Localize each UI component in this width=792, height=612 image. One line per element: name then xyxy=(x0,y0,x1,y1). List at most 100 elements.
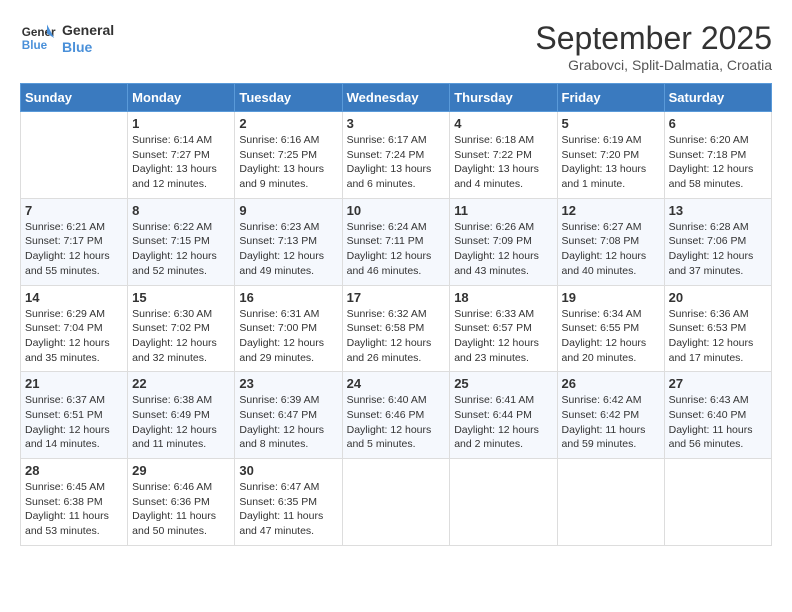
calendar-cell xyxy=(664,459,771,546)
calendar-cell: 2 Sunrise: 6:16 AM Sunset: 7:25 PM Daylig… xyxy=(235,112,342,199)
calendar-cell: 5Sunrise: 6:19 AM Sunset: 7:20 PM Daylig… xyxy=(557,112,664,199)
calendar-cell: 21 Sunrise: 6:37 AM Sunset: 6:51 PM Dayli… xyxy=(21,372,128,459)
calendar-cell: 12 Sunrise: 6:27 AM Sunset: 7:08 PM Dayli… xyxy=(557,198,664,285)
day-number: 15 xyxy=(132,290,230,305)
calendar-cell: 29 Sunrise: 6:46 AM Sunset: 6:36 PM Dayli… xyxy=(128,459,235,546)
weekday-header: Wednesday xyxy=(342,84,450,112)
day-info: Sunrise: 6:40 AM Sunset: 6:46 PM Dayligh… xyxy=(347,393,446,452)
calendar-week-row: 14 Sunrise: 6:29 AM Sunset: 7:04 PM Dayli… xyxy=(21,285,772,372)
calendar-cell xyxy=(342,459,450,546)
day-info: Sunrise: 6:23 AM Sunset: 7:13 PM Dayligh… xyxy=(239,220,337,279)
weekday-header: Sunday xyxy=(21,84,128,112)
calendar-cell: 24 Sunrise: 6:40 AM Sunset: 6:46 PM Dayli… xyxy=(342,372,450,459)
calendar-cell: 1 Sunrise: 6:14 AM Sunset: 7:27 PM Daylig… xyxy=(128,112,235,199)
page-header: General Blue General Blue September 2025… xyxy=(20,20,772,73)
logo: General Blue General Blue xyxy=(20,20,114,56)
calendar-cell: 11 Sunrise: 6:26 AM Sunset: 7:09 PM Dayli… xyxy=(450,198,557,285)
day-number: 9 xyxy=(239,203,337,218)
calendar-cell: 22Sunrise: 6:38 AM Sunset: 6:49 PM Dayli… xyxy=(128,372,235,459)
day-number: 19 xyxy=(562,290,660,305)
day-info: Sunrise: 6:24 AM Sunset: 7:11 PM Dayligh… xyxy=(347,220,446,279)
calendar-cell: 7 Sunrise: 6:21 AM Sunset: 7:17 PM Daylig… xyxy=(21,198,128,285)
day-info: Sunrise: 6:38 AM Sunset: 6:49 PM Dayligh… xyxy=(132,393,230,452)
day-number: 29 xyxy=(132,463,230,478)
calendar-cell: 28 Sunrise: 6:45 AM Sunset: 6:38 PM Dayli… xyxy=(21,459,128,546)
day-number: 26 xyxy=(562,376,660,391)
day-info: Sunrise: 6:47 AM Sunset: 6:35 PM Dayligh… xyxy=(239,480,337,539)
day-number: 20 xyxy=(669,290,767,305)
day-number: 25 xyxy=(454,376,552,391)
day-info: Sunrise: 6:36 AM Sunset: 6:53 PM Dayligh… xyxy=(669,307,767,366)
calendar-cell: 27 Sunrise: 6:43 AM Sunset: 6:40 PM Dayli… xyxy=(664,372,771,459)
day-info: Sunrise: 6:30 AM Sunset: 7:02 PM Dayligh… xyxy=(132,307,230,366)
day-info: Sunrise: 6:34 AM Sunset: 6:55 PM Dayligh… xyxy=(562,307,660,366)
day-info: Sunrise: 6:18 AM Sunset: 7:22 PM Dayligh… xyxy=(454,133,552,192)
day-info: Sunrise: 6:43 AM Sunset: 6:40 PM Dayligh… xyxy=(669,393,767,452)
day-number: 27 xyxy=(669,376,767,391)
day-number: 12 xyxy=(562,203,660,218)
calendar-cell: 8 Sunrise: 6:22 AM Sunset: 7:15 PM Daylig… xyxy=(128,198,235,285)
logo-icon: General Blue xyxy=(20,20,56,56)
weekday-header: Monday xyxy=(128,84,235,112)
logo-blue: Blue xyxy=(62,39,114,56)
day-info: Sunrise: 6:19 AM Sunset: 7:20 PM Dayligh… xyxy=(562,133,660,192)
calendar-cell: 9 Sunrise: 6:23 AM Sunset: 7:13 PM Daylig… xyxy=(235,198,342,285)
day-info: Sunrise: 6:28 AM Sunset: 7:06 PM Dayligh… xyxy=(669,220,767,279)
day-info: Sunrise: 6:26 AM Sunset: 7:09 PM Dayligh… xyxy=(454,220,552,279)
day-number: 28 xyxy=(25,463,123,478)
day-number: 1 xyxy=(132,116,230,131)
weekday-header: Tuesday xyxy=(235,84,342,112)
day-number: 18 xyxy=(454,290,552,305)
weekday-header-row: SundayMondayTuesdayWednesdayThursdayFrid… xyxy=(21,84,772,112)
day-number: 11 xyxy=(454,203,552,218)
day-info: Sunrise: 6:16 AM Sunset: 7:25 PM Dayligh… xyxy=(239,133,337,192)
day-info: Sunrise: 6:22 AM Sunset: 7:15 PM Dayligh… xyxy=(132,220,230,279)
calendar-cell: 4Sunrise: 6:18 AM Sunset: 7:22 PM Daylig… xyxy=(450,112,557,199)
calendar-cell: 6Sunrise: 6:20 AM Sunset: 7:18 PM Daylig… xyxy=(664,112,771,199)
calendar-cell: 30Sunrise: 6:47 AM Sunset: 6:35 PM Dayli… xyxy=(235,459,342,546)
day-info: Sunrise: 6:37 AM Sunset: 6:51 PM Dayligh… xyxy=(25,393,123,452)
day-info: Sunrise: 6:14 AM Sunset: 7:27 PM Dayligh… xyxy=(132,133,230,192)
title-block: September 2025 Grabovci, Split-Dalmatia,… xyxy=(535,20,772,73)
day-number: 23 xyxy=(239,376,337,391)
calendar-cell: 3 Sunrise: 6:17 AM Sunset: 7:24 PM Daylig… xyxy=(342,112,450,199)
day-number: 8 xyxy=(132,203,230,218)
day-info: Sunrise: 6:29 AM Sunset: 7:04 PM Dayligh… xyxy=(25,307,123,366)
calendar-cell: 17Sunrise: 6:32 AM Sunset: 6:58 PM Dayli… xyxy=(342,285,450,372)
calendar-cell: 15 Sunrise: 6:30 AM Sunset: 7:02 PM Dayli… xyxy=(128,285,235,372)
day-number: 10 xyxy=(347,203,446,218)
calendar-cell xyxy=(557,459,664,546)
day-number: 16 xyxy=(239,290,337,305)
calendar-week-row: 7 Sunrise: 6:21 AM Sunset: 7:17 PM Daylig… xyxy=(21,198,772,285)
day-info: Sunrise: 6:21 AM Sunset: 7:17 PM Dayligh… xyxy=(25,220,123,279)
day-info: Sunrise: 6:17 AM Sunset: 7:24 PM Dayligh… xyxy=(347,133,446,192)
weekday-header: Thursday xyxy=(450,84,557,112)
day-info: Sunrise: 6:41 AM Sunset: 6:44 PM Dayligh… xyxy=(454,393,552,452)
calendar-cell: 23Sunrise: 6:39 AM Sunset: 6:47 PM Dayli… xyxy=(235,372,342,459)
calendar-table: SundayMondayTuesdayWednesdayThursdayFrid… xyxy=(20,83,772,546)
day-info: Sunrise: 6:45 AM Sunset: 6:38 PM Dayligh… xyxy=(25,480,123,539)
calendar-cell: 10 Sunrise: 6:24 AM Sunset: 7:11 PM Dayli… xyxy=(342,198,450,285)
day-info: Sunrise: 6:46 AM Sunset: 6:36 PM Dayligh… xyxy=(132,480,230,539)
weekday-header: Friday xyxy=(557,84,664,112)
day-number: 2 xyxy=(239,116,337,131)
day-number: 3 xyxy=(347,116,446,131)
weekday-header: Saturday xyxy=(664,84,771,112)
month-title: September 2025 xyxy=(535,20,772,57)
calendar-cell: 26 Sunrise: 6:42 AM Sunset: 6:42 PM Dayli… xyxy=(557,372,664,459)
day-number: 7 xyxy=(25,203,123,218)
calendar-cell: 13 Sunrise: 6:28 AM Sunset: 7:06 PM Dayli… xyxy=(664,198,771,285)
calendar-cell: 18 Sunrise: 6:33 AM Sunset: 6:57 PM Dayli… xyxy=(450,285,557,372)
day-number: 14 xyxy=(25,290,123,305)
svg-text:Blue: Blue xyxy=(22,39,48,52)
day-info: Sunrise: 6:33 AM Sunset: 6:57 PM Dayligh… xyxy=(454,307,552,366)
day-info: Sunrise: 6:42 AM Sunset: 6:42 PM Dayligh… xyxy=(562,393,660,452)
calendar-cell: 16Sunrise: 6:31 AM Sunset: 7:00 PM Dayli… xyxy=(235,285,342,372)
day-number: 13 xyxy=(669,203,767,218)
calendar-week-row: 1 Sunrise: 6:14 AM Sunset: 7:27 PM Daylig… xyxy=(21,112,772,199)
day-info: Sunrise: 6:27 AM Sunset: 7:08 PM Dayligh… xyxy=(562,220,660,279)
calendar-week-row: 28 Sunrise: 6:45 AM Sunset: 6:38 PM Dayli… xyxy=(21,459,772,546)
location: Grabovci, Split-Dalmatia, Croatia xyxy=(535,57,772,73)
day-number: 24 xyxy=(347,376,446,391)
day-number: 21 xyxy=(25,376,123,391)
